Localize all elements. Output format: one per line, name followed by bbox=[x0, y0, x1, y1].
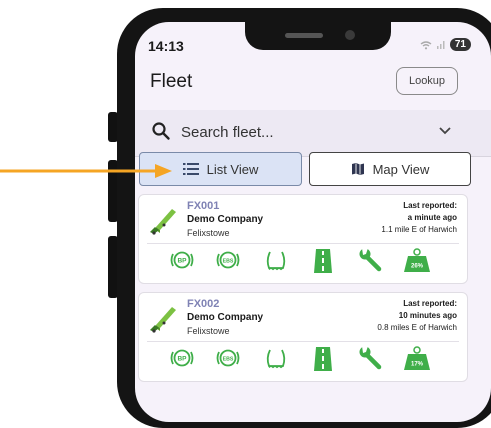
company-name: Demo Company bbox=[187, 214, 264, 225]
ebs-icon[interactable]: EBS bbox=[215, 345, 241, 371]
speaker bbox=[285, 33, 323, 38]
base-location: Felixstowe bbox=[187, 326, 230, 336]
tyre-icon[interactable] bbox=[263, 247, 289, 273]
bp-icon[interactable]: BP bbox=[169, 247, 195, 273]
battery-indicator: 71 bbox=[449, 38, 471, 51]
map-icon bbox=[351, 163, 364, 175]
tyre-icon[interactable] bbox=[263, 345, 289, 371]
last-reported-time: 10 minutes ago bbox=[398, 311, 457, 320]
company-name: Demo Company bbox=[187, 312, 264, 323]
load-percent: 26% bbox=[411, 264, 424, 270]
search-icon bbox=[152, 122, 170, 140]
wrench-icon[interactable] bbox=[358, 247, 384, 273]
weight-icon[interactable]: 17% bbox=[403, 345, 431, 373]
search-bar[interactable] bbox=[135, 110, 491, 157]
page-title: Fleet bbox=[150, 71, 193, 92]
camera bbox=[345, 30, 355, 40]
status-icon-row: BP EBS bbox=[139, 345, 467, 379]
truck-icon bbox=[150, 209, 176, 235]
phone-screen: 14:13 71 Fleet Lookup Search fleet... Li… bbox=[135, 22, 491, 422]
lookup-button[interactable]: Lookup bbox=[396, 67, 458, 95]
wifi-icon bbox=[420, 40, 432, 49]
bp-label: BP bbox=[177, 356, 187, 363]
distance-text: 0.8 miles E of Harwich bbox=[377, 323, 457, 332]
ebs-icon[interactable]: EBS bbox=[215, 247, 241, 273]
weight-icon[interactable]: 26% bbox=[403, 247, 431, 275]
truck-icon bbox=[150, 307, 176, 333]
ebs-label: EBS bbox=[223, 259, 234, 265]
vehicle-card[interactable]: FX002 Demo Company Felixstowe Last repor… bbox=[138, 292, 468, 382]
status-time: 14:13 bbox=[148, 38, 184, 54]
wrench-icon[interactable] bbox=[358, 345, 384, 371]
last-reported: Last reported: 10 minutes ago 0.8 miles … bbox=[337, 298, 457, 334]
card-divider bbox=[147, 341, 459, 342]
notch bbox=[245, 22, 391, 50]
road-icon[interactable] bbox=[310, 247, 336, 275]
list-view-label: List View bbox=[206, 161, 259, 177]
map-view-label: Map View bbox=[372, 161, 430, 177]
distance-text: 1.1 mile E of Harwich bbox=[381, 225, 457, 234]
signal-icon bbox=[436, 40, 445, 49]
card-divider bbox=[147, 243, 459, 244]
bp-label: BP bbox=[177, 258, 187, 265]
list-icon bbox=[182, 163, 199, 175]
last-reported: Last reported: a minute ago 1.1 mile E o… bbox=[337, 200, 457, 236]
map-view-button[interactable]: Map View bbox=[309, 152, 471, 186]
search-input[interactable] bbox=[181, 120, 401, 144]
bp-icon[interactable]: BP bbox=[169, 345, 195, 371]
vehicle-card[interactable]: FX001 Demo Company Felixstowe Last repor… bbox=[138, 194, 468, 284]
last-reported-label: Last reported: bbox=[403, 201, 457, 210]
base-location: Felixstowe bbox=[187, 228, 230, 238]
status-icons: 71 bbox=[420, 38, 471, 51]
last-reported-label: Last reported: bbox=[403, 299, 457, 308]
chevron-down-icon[interactable] bbox=[438, 126, 452, 136]
pointer-arrow bbox=[0, 164, 172, 178]
last-reported-time: a minute ago bbox=[407, 213, 457, 222]
ebs-label: EBS bbox=[223, 357, 234, 363]
vehicle-id: FX001 bbox=[187, 200, 220, 212]
status-icon-row: BP EBS bbox=[139, 247, 467, 281]
load-percent: 17% bbox=[411, 362, 424, 368]
vehicle-id: FX002 bbox=[187, 298, 220, 310]
road-icon[interactable] bbox=[310, 345, 336, 373]
